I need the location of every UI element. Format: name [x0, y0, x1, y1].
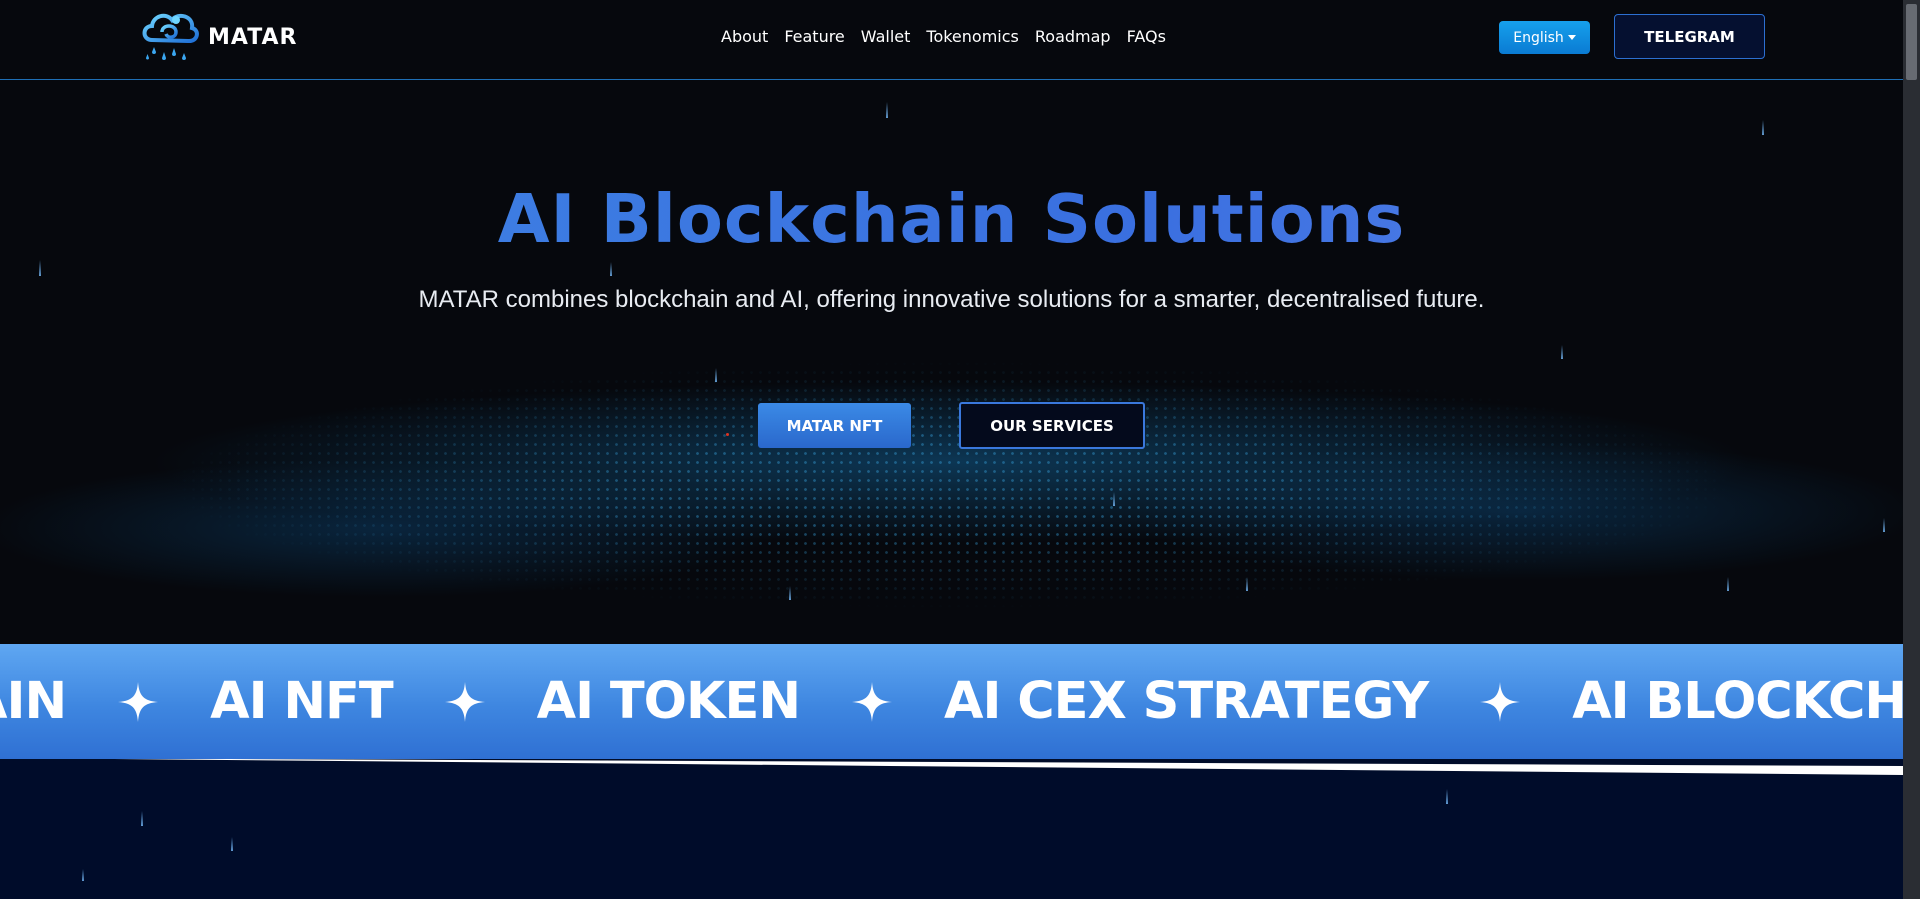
rain-drop — [1561, 345, 1563, 359]
rain-drop — [1762, 120, 1764, 135]
our-services-button[interactable]: OUR SERVICES — [959, 402, 1145, 449]
nav-wallet[interactable]: Wallet — [861, 27, 911, 46]
caret-down-icon — [1567, 35, 1576, 40]
rain-drop — [39, 260, 41, 276]
marquee-track: AIN AI NFT AI TOKEN AI CEX STRATEGY AI B… — [0, 644, 1903, 759]
services-marquee: AIN AI NFT AI TOKEN AI CEX STRATEGY AI B… — [0, 644, 1903, 759]
cloud-rain-logo-icon — [142, 13, 199, 60]
hero-title: AI Blockchain Solutions — [0, 180, 1903, 258]
cursor-dot — [726, 433, 729, 436]
next-section — [0, 759, 1903, 899]
language-dropdown[interactable]: English — [1499, 21, 1590, 54]
scrollbar-thumb[interactable] — [1906, 4, 1917, 80]
matar-nft-button[interactable]: MATAR NFT — [758, 403, 911, 448]
brand-name: MATAR — [208, 24, 298, 50]
rain-drop — [231, 837, 233, 851]
nav-roadmap[interactable]: Roadmap — [1035, 27, 1111, 46]
rain-drop — [715, 368, 717, 382]
rain-drop — [141, 811, 143, 826]
site-header: MATAR About Feature Wallet Tokenomics Ro… — [0, 0, 1903, 80]
marquee-item: AIN — [0, 672, 67, 731]
brand[interactable]: MATAR — [138, 6, 297, 68]
rain-drop — [886, 102, 888, 118]
four-point-star-icon — [1480, 681, 1521, 722]
nav-faqs[interactable]: FAQs — [1127, 27, 1166, 46]
hero-section: AI Blockchain Solutions MATAR combines b… — [0, 80, 1903, 644]
four-point-star-icon — [852, 681, 893, 722]
rain-drop — [789, 586, 791, 600]
four-point-star-icon — [444, 681, 485, 722]
rain-drop — [1727, 577, 1729, 591]
rain-drop — [82, 869, 84, 881]
rain-drop — [1446, 789, 1448, 804]
main-nav: About Feature Wallet Tokenomics Roadmap … — [721, 27, 1166, 46]
marquee-item: AI NFT — [210, 672, 394, 731]
marquee-item: AI BLOCKCHAIN — [1572, 672, 1903, 731]
nav-tokenomics[interactable]: Tokenomics — [926, 27, 1018, 46]
rain-drop — [1883, 518, 1885, 532]
nav-feature[interactable]: Feature — [784, 27, 844, 46]
rain-drop — [1113, 492, 1115, 506]
language-label: English — [1513, 29, 1564, 46]
rain-drop — [1246, 577, 1248, 591]
four-point-star-icon — [118, 681, 159, 722]
nav-about[interactable]: About — [721, 27, 768, 46]
page-scrollbar[interactable] — [1903, 0, 1920, 899]
marquee-item: AI TOKEN — [536, 672, 801, 731]
rain-drop — [610, 262, 612, 276]
particle-wave-background — [0, 350, 1903, 644]
hero-subtitle: MATAR combines blockchain and AI, offeri… — [418, 286, 1485, 313]
telegram-button[interactable]: TELEGRAM — [1614, 14, 1765, 59]
marquee-item: AI CEX STRATEGY — [944, 672, 1429, 731]
